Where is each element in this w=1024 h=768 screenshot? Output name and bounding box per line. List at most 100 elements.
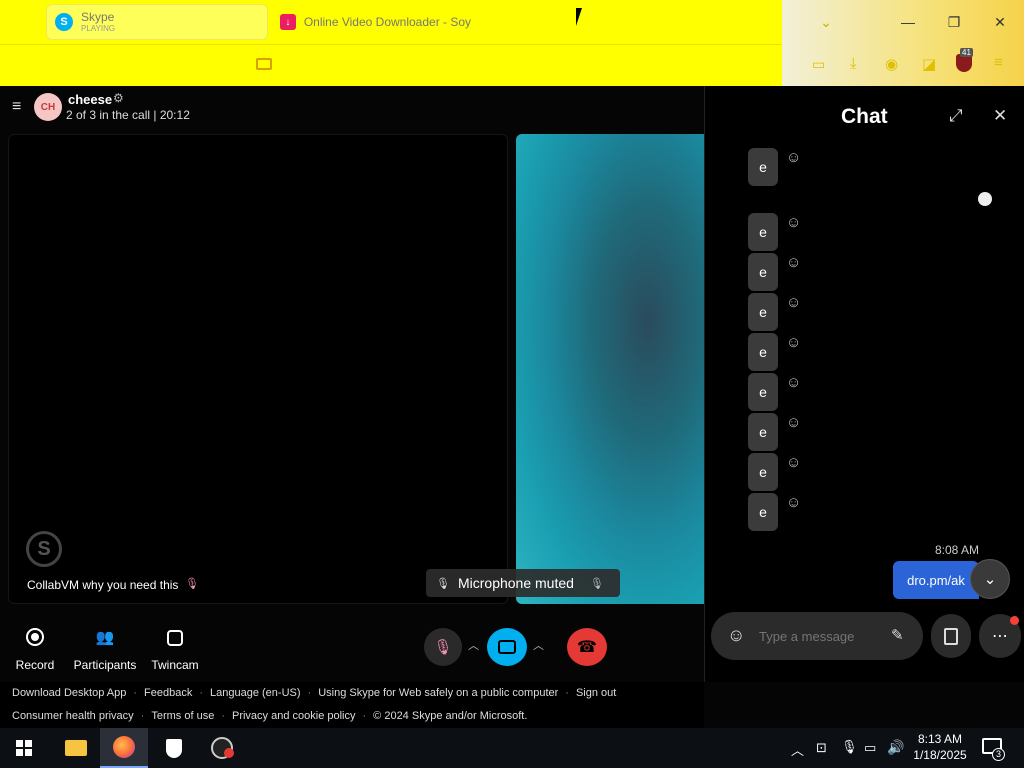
file-explorer-icon[interactable] (52, 728, 100, 768)
chat-message-bubble[interactable]: e (748, 493, 778, 531)
clock-time: 8:13 AM (917, 732, 963, 746)
footer-separator: · (133, 687, 138, 699)
volume-icon[interactable]: 🔊 (887, 739, 904, 756)
tab-skype[interactable]: S Skype PLAYING (46, 4, 268, 40)
footer-link[interactable]: Consumer health privacy (12, 710, 134, 722)
call-name[interactable]: cheese (68, 92, 112, 107)
mic-off-icon: 🎙 (436, 577, 450, 590)
toast-text: Microphone muted (457, 575, 574, 591)
browser-toolbar (0, 44, 782, 86)
footer-separator: · (307, 687, 312, 699)
footer-link[interactable]: Download Desktop App (12, 687, 126, 699)
camera-icon[interactable] (256, 58, 272, 70)
tab-skype-label: Skype PLAYING (81, 11, 116, 34)
chevron-up-icon[interactable]: ︿ (468, 637, 479, 653)
network-icon[interactable]: ▭ (864, 740, 876, 756)
format-pen-icon[interactable]: ✎ (891, 626, 904, 644)
close-chat-icon[interactable]: ✕ (993, 106, 1007, 126)
extensions-icon[interactable]: ◪ (922, 55, 936, 73)
participants-icon: 👥 (95, 629, 115, 646)
call-status: 2 of 3 in the call | 20:12 (66, 108, 190, 122)
windows-taskbar: ︿ ⊡ 🎙 ▭ 🔊 8:13 AM 1/18/2025 3 (0, 728, 1024, 768)
footer-row-2: Consumer health privacy · Terms of use · Pri… (12, 710, 527, 722)
footer-separator: · (362, 710, 367, 722)
obs-record-icon[interactable] (198, 728, 246, 768)
add-reaction-icon[interactable]: ☺ (786, 215, 802, 231)
restore-button[interactable]: ❐ (940, 8, 968, 36)
emoji-icon[interactable]: ☺ (727, 625, 745, 646)
record-label: Record (15, 658, 55, 672)
tab-video-downloader-title: Online Video Downloader - Soy (303, 15, 472, 29)
hamburger-menu-icon[interactable]: ≡ (12, 98, 21, 116)
add-reaction-icon[interactable]: ☺ (786, 415, 802, 431)
footer-link[interactable]: Using Skype for Web safely on a public c… (318, 687, 558, 699)
chat-message-bubble[interactable]: e (748, 253, 778, 291)
chevron-down-icon[interactable]: ⌄ (812, 8, 840, 36)
skype-logo-icon: S (26, 531, 62, 567)
footer-link[interactable]: Language (en-US) (210, 687, 301, 699)
tab-video-downloader[interactable]: ↓ Online Video Downloader - Soy (272, 4, 472, 40)
settings-gear-icon[interactable]: ⚙ (113, 91, 124, 105)
message-input[interactable] (759, 626, 877, 646)
attach-file-button[interactable] (931, 614, 971, 658)
mic-muted-toast: 🎙 Microphone muted 🎙 (426, 569, 620, 597)
mute-button[interactable]: 🎙 (424, 628, 462, 666)
record-icon (26, 628, 44, 646)
twincam-button[interactable]: Twincam (148, 628, 202, 676)
chat-message-bubble[interactable]: e (748, 213, 778, 251)
footer-link[interactable]: Sign out (576, 687, 616, 699)
skype-icon: S (55, 13, 73, 31)
download-icon: ↓ (280, 14, 296, 30)
chat-message-bubble[interactable]: e (748, 373, 778, 411)
footer-link[interactable]: Privacy and cookie policy (232, 710, 356, 722)
video-camera-icon (498, 640, 516, 654)
browser-tab-strip: S Skype PLAYING ↓ Online Video Downloade… (0, 0, 1024, 86)
video-toggle-button[interactable] (487, 628, 527, 666)
firefox-icon[interactable] (100, 728, 148, 768)
chat-message-bubble[interactable]: e (748, 453, 778, 491)
chat-message-bubble[interactable]: e (748, 333, 778, 371)
microphone-icon[interactable]: 🎙 (841, 739, 858, 755)
footer-row-1: Download Desktop App · Feedback · Language (… (12, 687, 616, 699)
tab-icon[interactable]: ▭ (812, 56, 825, 73)
close-window-button[interactable]: ✕ (986, 8, 1014, 36)
mouse-cursor-icon (576, 8, 588, 26)
twincam-label: Twincam (151, 658, 199, 672)
chevron-up-icon[interactable]: ︿ (791, 740, 804, 759)
mic-off-icon: 🎙 (589, 577, 604, 590)
scroll-down-button[interactable]: ⌄ (970, 559, 1010, 599)
windows-start-icon[interactable] (0, 728, 48, 768)
twincam-icon (167, 630, 183, 646)
download-icon[interactable]: ⤓ (850, 55, 857, 72)
video-tile-remote (516, 134, 704, 604)
clock[interactable]: 8:13 AM 1/18/2025 (910, 731, 970, 763)
sent-message-bubble[interactable]: dro.pm/ak (893, 561, 979, 599)
avatar[interactable]: CH (34, 93, 62, 121)
add-reaction-icon[interactable]: ☺ (786, 455, 802, 471)
expand-icon[interactable]: ⤢ (949, 106, 963, 126)
add-reaction-icon[interactable]: ☺ (786, 495, 802, 511)
chat-message-bubble[interactable]: e (748, 293, 778, 331)
menu-icon[interactable]: ≡ (994, 54, 1003, 71)
footer-link[interactable]: Terms of use (151, 710, 214, 722)
chat-message-bubble[interactable]: e (748, 148, 778, 186)
tab-skype-subtitle: PLAYING (81, 24, 116, 33)
account-icon[interactable]: ◉ (885, 55, 898, 73)
footer-link[interactable]: © 2024 Skype and/or Microsoft. (373, 710, 527, 722)
participants-button[interactable]: 👥 Participants (72, 628, 138, 676)
chevron-up-icon[interactable]: ︿ (533, 637, 544, 653)
add-reaction-icon[interactable]: ☺ (786, 150, 802, 166)
add-reaction-icon[interactable]: ☺ (786, 295, 802, 311)
hang-up-button[interactable]: ☎ (567, 628, 607, 666)
webcam-icon[interactable]: ⊡ (816, 740, 827, 756)
record-button[interactable]: Record (10, 628, 60, 676)
chat-message-bubble[interactable]: e (748, 413, 778, 451)
footer-separator: · (565, 687, 569, 699)
add-reaction-icon[interactable]: ☺ (786, 335, 802, 351)
minimize-button[interactable]: — (894, 8, 922, 36)
add-reaction-icon[interactable]: ☺ (786, 255, 802, 271)
windows-security-icon[interactable] (150, 728, 198, 768)
add-reaction-icon[interactable]: ☺ (786, 375, 802, 391)
footer-link[interactable]: Feedback (144, 687, 192, 699)
extension-badge: 41 (960, 48, 973, 57)
